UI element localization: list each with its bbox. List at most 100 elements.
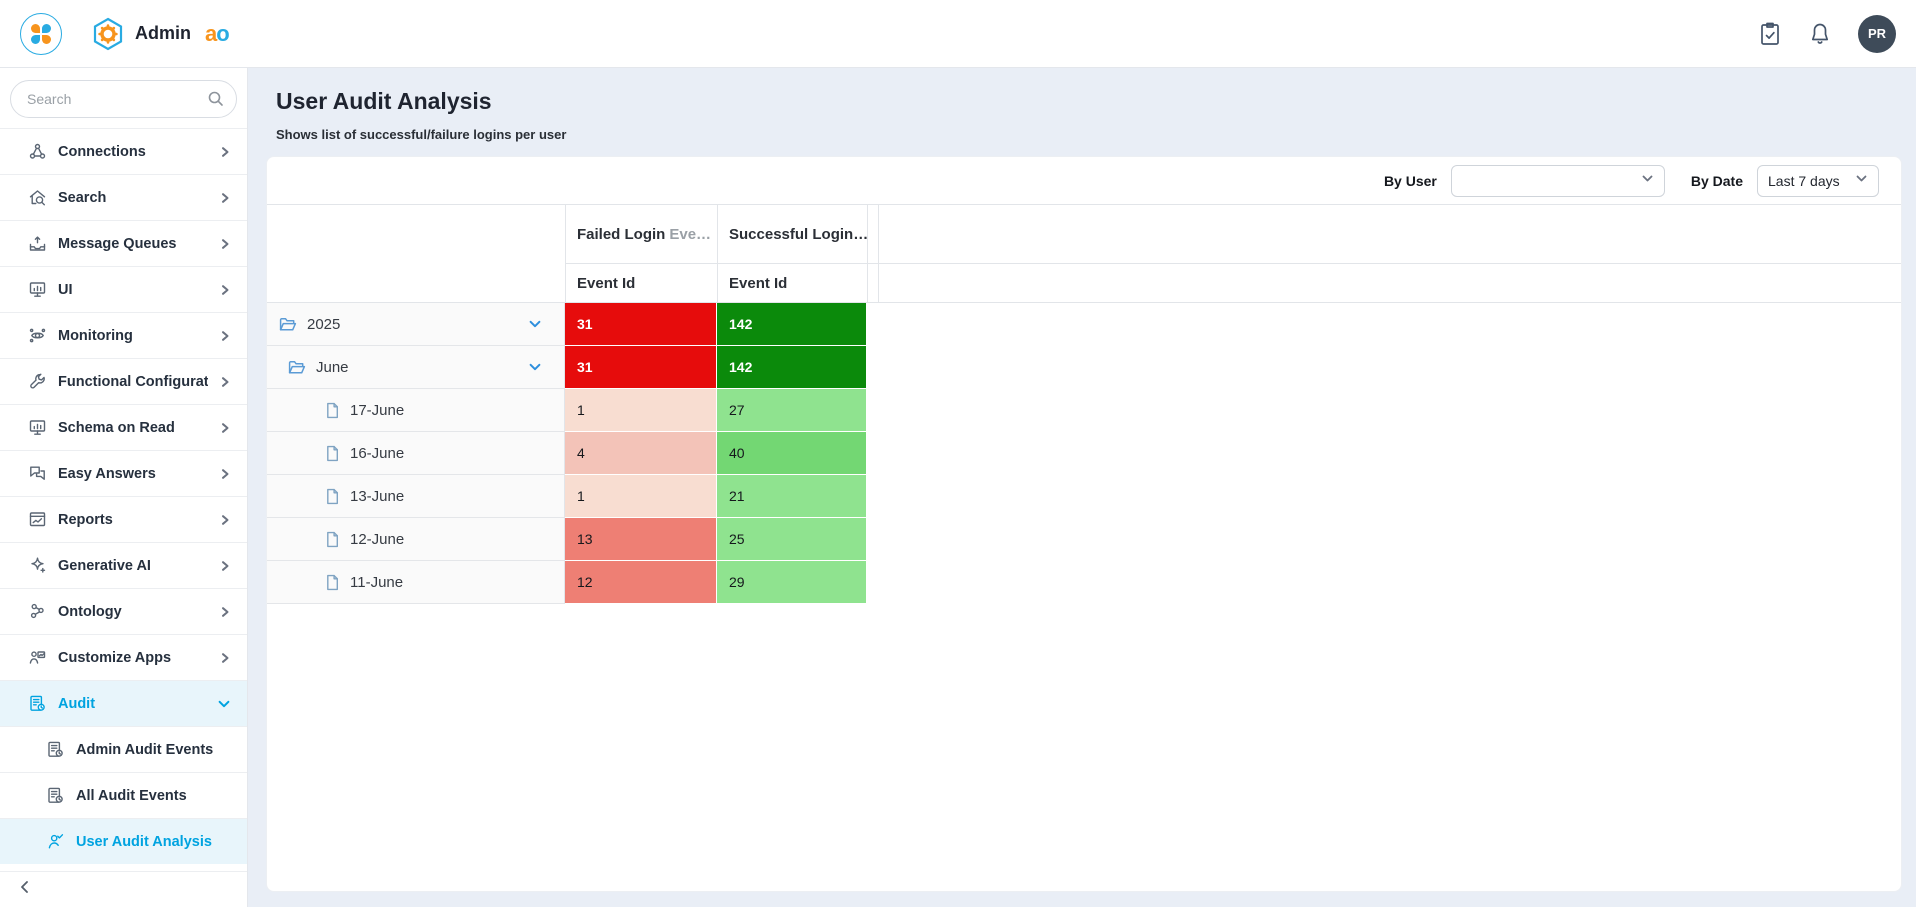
page-subtitle: Shows list of successful/failure logins … — [276, 127, 567, 142]
table-row-2025: 2025 31 142 — [267, 303, 1901, 346]
sparkle-icon — [28, 556, 47, 575]
audit-icon — [46, 740, 65, 759]
row-filler — [867, 432, 1901, 475]
sidebar-item-audit[interactable]: Audit — [0, 680, 247, 726]
table-row-11-june: 11-June 12 29 — [267, 561, 1901, 604]
sidebar-item-generative-ai[interactable]: Generative AI — [0, 542, 247, 588]
table-header: Failed Login Eve… Successful Login… Even… — [267, 205, 1901, 303]
app-label: Admin — [135, 23, 191, 43]
sidebar-item-user-audit-analysis[interactable]: User Audit Analysis — [0, 818, 247, 864]
chevron-left-icon — [18, 880, 32, 899]
tree-cell-13-june[interactable]: 13-June — [267, 475, 565, 518]
page-title: User Audit Analysis — [276, 88, 492, 114]
sidebar-item-label: Easy Answers — [58, 465, 156, 482]
chevron-down-icon[interactable] — [528, 317, 542, 331]
search-input[interactable] — [10, 80, 237, 118]
sidebar-item-all-audit-events[interactable]: All Audit Events — [0, 772, 247, 818]
sidebar-item-connections[interactable]: Connections — [0, 128, 247, 174]
tree-cell-11-june[interactable]: 11-June — [267, 561, 565, 604]
sidebar-item-customize-apps[interactable]: Customize Apps — [0, 634, 247, 680]
subheader-event-id-success[interactable]: Event Id — [717, 263, 867, 303]
chevron-right-icon — [219, 422, 231, 434]
chevron-down-icon — [217, 697, 231, 711]
sidebar-item-label: All Audit Events — [76, 787, 187, 804]
chevron-right-icon — [219, 376, 231, 388]
sidebar-item-label: UI — [58, 281, 73, 298]
chevron-right-icon — [219, 606, 231, 618]
tree-cell-16-june[interactable]: 16-June — [267, 432, 565, 475]
sidebar-item-label: Functional Configurati… — [58, 373, 208, 390]
tree-label: June — [316, 358, 349, 376]
avatar[interactable]: PR — [1858, 14, 1896, 53]
sidebar-item-search[interactable]: Search — [0, 174, 247, 220]
success-count-cell: 21 — [717, 475, 867, 518]
tree-cell-june[interactable]: June — [267, 346, 565, 389]
sidebar-item-label: User Audit Analysis — [76, 833, 212, 850]
file-icon — [325, 531, 340, 548]
column-header-successful-login[interactable]: Successful Login… — [717, 205, 867, 263]
sidebar-item-ui[interactable]: UI — [0, 266, 247, 312]
column-header-failed-login[interactable]: Failed Login Eve… — [565, 205, 717, 263]
sidebar-item-message-queues[interactable]: Message Queues — [0, 220, 247, 266]
tree-label: 13-June — [350, 487, 405, 505]
tree-label: 17-June — [350, 401, 405, 419]
sidebar-nav: Connections Search Message Queues UI Monitor… — [0, 128, 247, 871]
tree-cell-17-june[interactable]: 17-June — [267, 389, 565, 432]
sidebar-item-monitoring[interactable]: Monitoring — [0, 312, 247, 358]
sidebar-item-functional-configurati[interactable]: Functional Configurati… — [0, 358, 247, 404]
sidebar-item-label: Message Queues — [58, 235, 177, 252]
by-user-select[interactable] — [1450, 164, 1665, 197]
folder-open-icon — [288, 359, 306, 375]
sidebar-item-label: Connections — [58, 143, 146, 160]
bell-icon[interactable] — [1808, 21, 1832, 47]
success-count-cell: 27 — [717, 389, 867, 432]
sidebar-item-admin-audit-events[interactable]: Admin Audit Events — [0, 726, 247, 772]
top-bar: Admin ao PR — [0, 0, 1916, 68]
table-row-17-june: 17-June 1 27 — [267, 389, 1901, 432]
sidebar-item-label: Monitoring — [58, 327, 133, 344]
chevron-right-icon — [219, 514, 231, 526]
pinwheel-logo-icon[interactable] — [20, 12, 62, 55]
sidebar-item-schema-on-read[interactable]: Schema on Read — [0, 404, 247, 450]
chevron-right-icon — [219, 146, 231, 158]
success-count-cell: 25 — [717, 518, 867, 561]
home-search-icon — [28, 188, 47, 207]
sidebar-item-label: Generative AI — [58, 557, 151, 574]
inbox-icon — [28, 234, 47, 253]
sidebar-item-label: Ontology — [58, 603, 122, 620]
tree-cell-2025[interactable]: 2025 — [267, 303, 565, 346]
chevron-right-icon — [219, 284, 231, 296]
main-content: User Audit Analysis Shows list of succes… — [248, 68, 1916, 907]
row-filler — [867, 475, 1901, 518]
chevron-right-icon — [219, 468, 231, 480]
monitor-icon — [28, 418, 47, 437]
chevron-right-icon — [219, 560, 231, 572]
row-filler — [867, 303, 1901, 346]
sidebar-item-label: Reports — [58, 511, 113, 528]
by-date-select[interactable]: Last 7 days — [1757, 164, 1879, 197]
row-filler — [867, 389, 1901, 432]
failed-count-cell: 1 — [565, 389, 717, 432]
network-icon — [28, 142, 47, 161]
chevron-right-icon — [219, 652, 231, 664]
file-icon — [325, 402, 340, 419]
admin-badge[interactable]: Admin — [90, 16, 191, 52]
failed-count-cell: 31 — [565, 346, 717, 389]
nodes-icon — [28, 602, 47, 621]
tree-label: 12-June — [350, 530, 405, 548]
sidebar-item-easy-answers[interactable]: Easy Answers — [0, 450, 247, 496]
tree-cell-12-june[interactable]: 12-June — [267, 518, 565, 561]
chevron-down-icon[interactable] — [528, 360, 542, 374]
hexagon-gear-icon — [90, 16, 126, 52]
sidebar-item-label: Search — [58, 189, 107, 206]
row-filler — [867, 346, 1901, 389]
sidebar-collapse-button[interactable] — [0, 871, 247, 907]
subheader-event-id-failed[interactable]: Event Id — [565, 263, 717, 303]
failed-count-cell: 13 — [565, 518, 717, 561]
sidebar-item-reports[interactable]: Reports — [0, 496, 247, 542]
sidebar-item-ontology[interactable]: Ontology — [0, 588, 247, 634]
failed-count-cell: 4 — [565, 432, 717, 475]
chat-icon — [28, 464, 47, 483]
tree-label: 16-June — [350, 444, 405, 462]
clipboard-check-icon[interactable] — [1758, 21, 1782, 47]
